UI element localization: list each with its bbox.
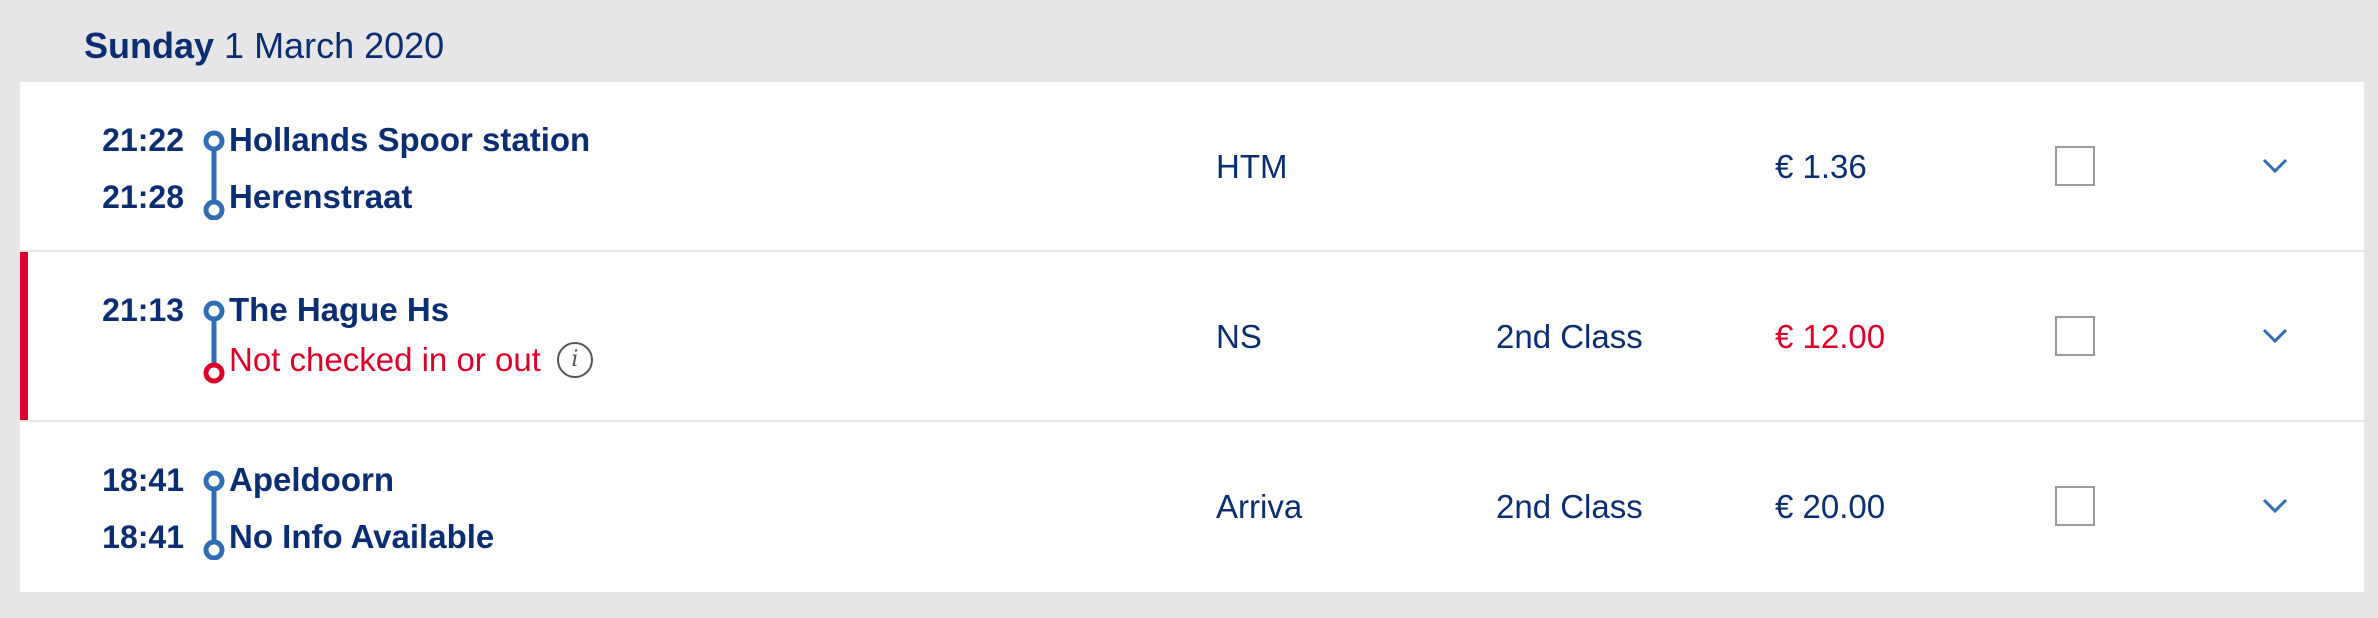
trip-row[interactable]: 18:41 18:41 Apeldoorn No Info Available … xyxy=(20,422,2364,592)
date-day: Sunday xyxy=(84,25,215,66)
chevron-down-icon[interactable] xyxy=(2260,490,2290,520)
error-indicator-bar xyxy=(20,252,28,420)
trip-list: 21:22 21:28 Hollands Spoor station Heren… xyxy=(20,82,2364,592)
check-status: Not checked in or out i xyxy=(229,338,593,382)
arrival-stop: No Info Available xyxy=(229,518,495,555)
price: € 20.00 xyxy=(1775,488,1886,525)
trip-row[interactable]: 21:13 The Hague Hs Not checked in or out… xyxy=(20,252,2364,422)
chevron-down-icon[interactable] xyxy=(2260,320,2290,350)
arrival-stop: Herenstraat xyxy=(229,178,413,215)
price: € 1.36 xyxy=(1775,148,1867,185)
date-header: Sunday 1 March 2020 xyxy=(84,22,444,70)
price: € 12.00 xyxy=(1775,318,1886,355)
route-line-icon xyxy=(203,470,225,560)
departure-time: 18:41 xyxy=(102,462,184,498)
route-line-icon xyxy=(203,130,225,220)
operator: NS xyxy=(1216,318,1262,355)
departure-stop: The Hague Hs xyxy=(229,291,450,328)
travel-class: 2nd Class xyxy=(1496,318,1643,355)
arrival-time: 18:41 xyxy=(102,519,184,555)
departure-stop: Apeldoorn xyxy=(229,461,394,498)
select-checkbox[interactable] xyxy=(2055,146,2095,186)
operator: HTM xyxy=(1216,148,1288,185)
chevron-down-icon[interactable] xyxy=(2260,150,2290,180)
select-checkbox[interactable] xyxy=(2055,316,2095,356)
select-checkbox[interactable] xyxy=(2055,486,2095,526)
trip-row[interactable]: 21:22 21:28 Hollands Spoor station Heren… xyxy=(20,82,2364,252)
operator: Arriva xyxy=(1216,488,1303,525)
check-status-text: Not checked in or out xyxy=(229,341,541,378)
date-text: 1 March 2020 xyxy=(224,25,445,66)
departure-time: 21:22 xyxy=(102,122,184,158)
travel-class: 2nd Class xyxy=(1496,488,1643,525)
departure-time: 21:13 xyxy=(102,292,184,328)
arrival-time: 21:28 xyxy=(102,179,184,215)
departure-stop: Hollands Spoor station xyxy=(229,121,591,158)
info-icon[interactable]: i xyxy=(556,342,593,378)
route-line-icon xyxy=(203,300,225,384)
